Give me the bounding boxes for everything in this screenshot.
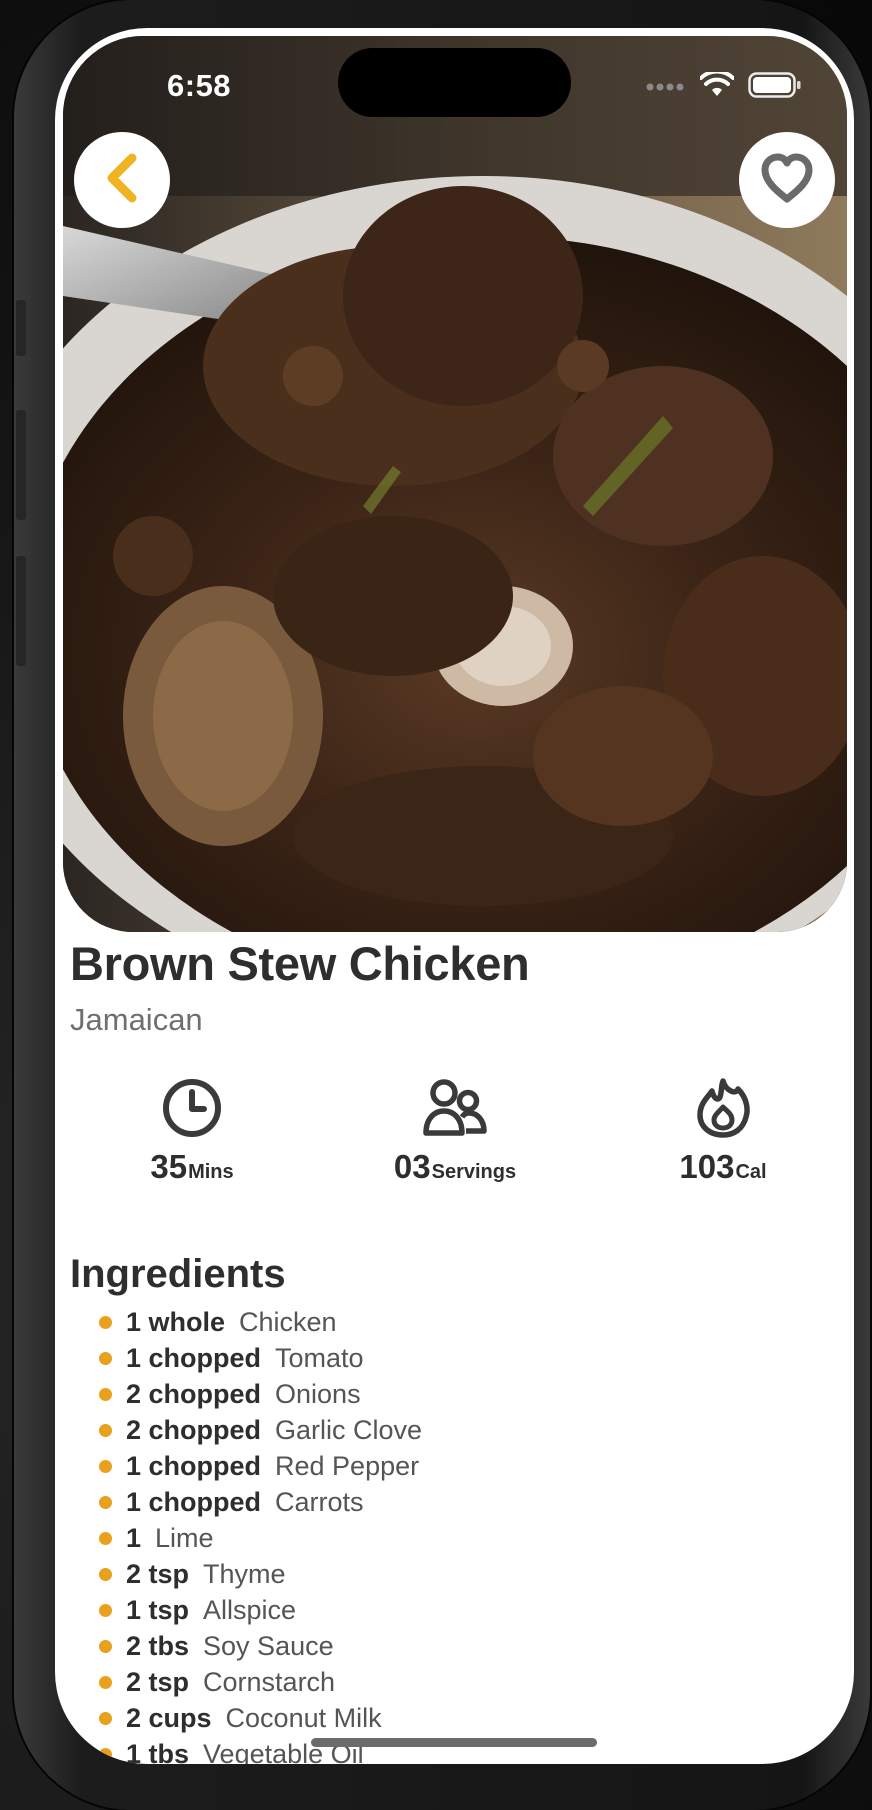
time-unit: Mins (188, 1161, 234, 1183)
ingredient-name: Carrots (275, 1486, 364, 1517)
stat-time: 35 Mins (132, 1077, 252, 1186)
ingredient-name: Garlic Clove (275, 1414, 423, 1445)
ingredient-item: 1 chopped Red Pepper (99, 1448, 422, 1484)
bullet-icon (99, 1495, 112, 1509)
phone-frame: 6:58 Brown Stew Chicken Jamaican 35 Mins… (14, 0, 870, 1810)
time-value: 35 (150, 1148, 188, 1185)
servings-value: 03 (393, 1148, 431, 1185)
ingredient-item: 2 tsp Thyme (99, 1556, 422, 1592)
ingredient-quantity: 2 chopped (126, 1414, 262, 1445)
ingredient-item: 2 tbs Soy Sauce (99, 1628, 422, 1664)
ingredient-item: 2 tsp Cornstarch (99, 1664, 422, 1700)
ingredient-quantity: 1 (126, 1522, 142, 1553)
ingredient-name: Coconut Milk (225, 1702, 382, 1733)
ingredient-item: 2 chopped Garlic Clove (99, 1412, 422, 1448)
ingredient-quantity: 1 chopped (126, 1450, 262, 1481)
screen: 6:58 Brown Stew Chicken Jamaican 35 Mins… (55, 28, 854, 1764)
ingredient-quantity: 1 tsp (126, 1594, 190, 1625)
volume-up-button (16, 410, 26, 520)
back-button[interactable] (74, 132, 170, 228)
bullet-icon (99, 1711, 112, 1725)
ingredient-quantity: 2 tsp (126, 1558, 190, 1589)
mute-switch (16, 300, 26, 356)
dynamic-island (338, 48, 571, 117)
volume-down-button (16, 556, 26, 666)
ingredient-quantity: 1 chopped (126, 1342, 262, 1373)
bullet-icon (99, 1459, 112, 1473)
recipe-cuisine: Jamaican (70, 1002, 203, 1037)
bullet-icon (99, 1423, 112, 1437)
recipe-title: Brown Stew Chicken (70, 937, 530, 990)
ingredient-quantity: 1 whole (126, 1306, 226, 1337)
bullet-icon (99, 1567, 112, 1581)
ingredient-item: 1 tsp Allspice (99, 1592, 422, 1628)
ingredient-name: Soy Sauce (203, 1630, 334, 1661)
calories-value: 103 (679, 1148, 735, 1185)
ingredient-quantity: 1 tbs (126, 1738, 190, 1765)
recipe-stats: 35 Mins 03 Servings 103 Cal (55, 1077, 854, 1187)
calories-unit: Cal (735, 1161, 767, 1183)
ingredient-name: Red Pepper (275, 1450, 420, 1481)
flame-icon (694, 1077, 752, 1144)
recipe-hero-image (63, 36, 847, 932)
bullet-icon (99, 1747, 112, 1761)
people-icon (422, 1077, 488, 1144)
servings-unit: Servings (431, 1161, 517, 1183)
bullet-icon (99, 1675, 112, 1689)
clock-icon (161, 1077, 223, 1144)
ingredient-item: 1 chopped Carrots (99, 1484, 422, 1520)
bullet-icon (99, 1351, 112, 1365)
stat-calories: 103 Cal (663, 1077, 783, 1186)
favorite-button[interactable] (739, 132, 835, 228)
ingredient-name: Thyme (203, 1558, 286, 1589)
chevron-left-icon (102, 152, 142, 209)
signal-icon (646, 79, 686, 97)
bullet-icon (99, 1639, 112, 1653)
heart-icon (759, 152, 815, 209)
ingredient-quantity: 1 chopped (126, 1486, 262, 1517)
stat-servings: 03 Servings (375, 1077, 535, 1186)
ingredient-name: Allspice (203, 1594, 297, 1625)
ingredient-quantity: 2 chopped (126, 1378, 262, 1409)
bullet-icon (99, 1531, 112, 1545)
ingredient-item: 2 cups Coconut Milk (99, 1700, 422, 1736)
bullet-icon (99, 1387, 112, 1401)
ingredients-list: 1 whole Chicken 1 chopped Tomato 2 chopped… (99, 1304, 422, 1764)
ingredient-item: 1 chopped Tomato (99, 1340, 422, 1376)
ingredient-name: Chicken (239, 1306, 337, 1337)
ingredient-quantity: 2 cups (126, 1702, 212, 1733)
ingredient-item: 1 whole Chicken (99, 1304, 422, 1340)
ingredient-name: Lime (155, 1522, 214, 1553)
battery-icon (748, 72, 802, 103)
status-time: 6:58 (167, 68, 232, 103)
wifi-icon (699, 69, 735, 103)
status-indicators (646, 69, 802, 103)
ingredient-quantity: 2 tbs (126, 1630, 190, 1661)
ingredients-heading: Ingredients (70, 1252, 286, 1296)
ingredient-item: 2 chopped Onions (99, 1376, 422, 1412)
home-indicator[interactable] (311, 1738, 597, 1747)
ingredient-name: Onions (275, 1378, 361, 1409)
ingredient-name: Tomato (275, 1342, 364, 1373)
ingredient-item: 1 Lime (99, 1520, 422, 1556)
ingredient-name: Cornstarch (203, 1666, 336, 1697)
bullet-icon (99, 1603, 112, 1617)
bullet-icon (99, 1315, 112, 1329)
ingredient-quantity: 2 tsp (126, 1666, 190, 1697)
